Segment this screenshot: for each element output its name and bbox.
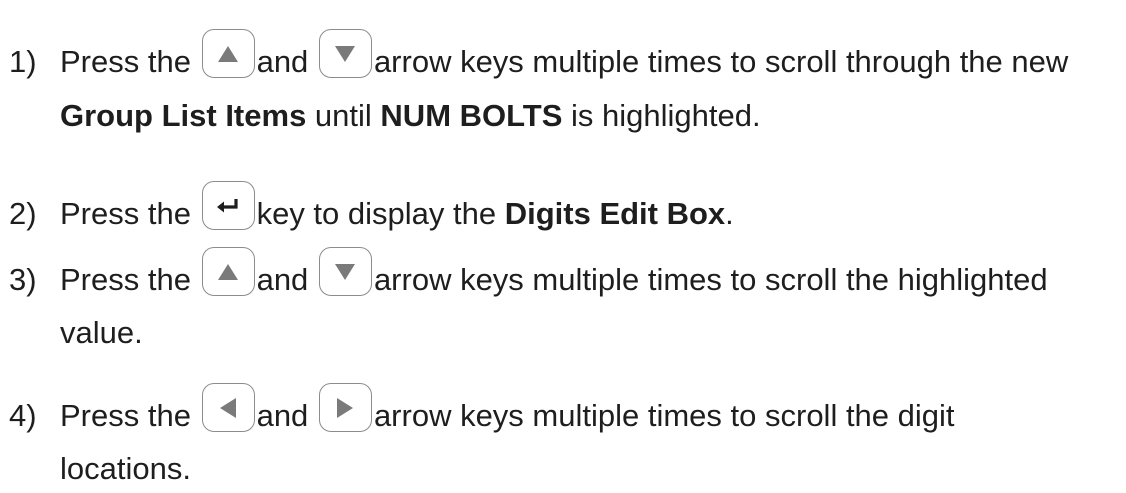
step-text: and xyxy=(256,398,309,433)
step-text: arrow keys multiple times to scroll thro… xyxy=(373,44,1069,79)
down-arrow-key-button[interactable] xyxy=(318,247,372,296)
step-3-line: 3) Press the and arrow keys multiple time… xyxy=(0,247,1048,297)
up-arrow-icon xyxy=(218,263,239,280)
step-number: 4) xyxy=(9,398,37,433)
step-text: Press the xyxy=(60,196,191,231)
step-text: arrow keys multiple times to scroll the … xyxy=(373,262,1048,297)
term-num-bolts: NUM BOLTS xyxy=(380,98,563,133)
down-arrow-icon xyxy=(335,263,356,280)
step-number: 1) xyxy=(9,44,37,79)
left-arrow-icon xyxy=(220,397,237,418)
step-text: Press the xyxy=(60,44,191,79)
step-text: until xyxy=(306,98,381,133)
step-4-line: 4) Press the and arrow keys multiple time… xyxy=(0,383,955,433)
enter-icon xyxy=(217,198,238,212)
enter-key-button[interactable] xyxy=(201,181,255,230)
step-4-continuation: locations. xyxy=(60,451,191,486)
up-arrow-key-button[interactable] xyxy=(201,29,255,78)
step-text: . xyxy=(725,196,734,231)
term-group-list-items: Group List Items xyxy=(60,98,307,133)
step-1-line: 1) Press the and arrow keys multiple time… xyxy=(0,29,1068,79)
step-text: Press the xyxy=(60,398,191,433)
step-text: key to display the xyxy=(256,196,505,231)
right-arrow-icon xyxy=(337,397,354,418)
left-arrow-key-button[interactable] xyxy=(201,383,255,432)
step-text: is highlighted. xyxy=(562,98,761,133)
term-digits-edit-box: Digits Edit Box xyxy=(504,196,726,231)
up-arrow-icon xyxy=(218,45,239,62)
step-1-continuation: Group List Items until NUM BOLTS is high… xyxy=(60,98,761,134)
step-number: 2) xyxy=(9,196,37,231)
step-2-line: 2) Press the key to display the Digits Ed… xyxy=(0,181,734,231)
step-text: arrow keys multiple times to scroll the … xyxy=(373,398,955,433)
up-arrow-key-button[interactable] xyxy=(201,247,255,296)
step-text: and xyxy=(256,262,309,297)
right-arrow-key-button[interactable] xyxy=(318,383,372,432)
step-text: and xyxy=(256,44,309,79)
down-arrow-icon xyxy=(335,45,356,62)
step-number: 3) xyxy=(9,262,37,297)
down-arrow-key-button[interactable] xyxy=(318,29,372,78)
step-3-continuation: value. xyxy=(60,315,143,350)
step-text: Press the xyxy=(60,262,191,297)
